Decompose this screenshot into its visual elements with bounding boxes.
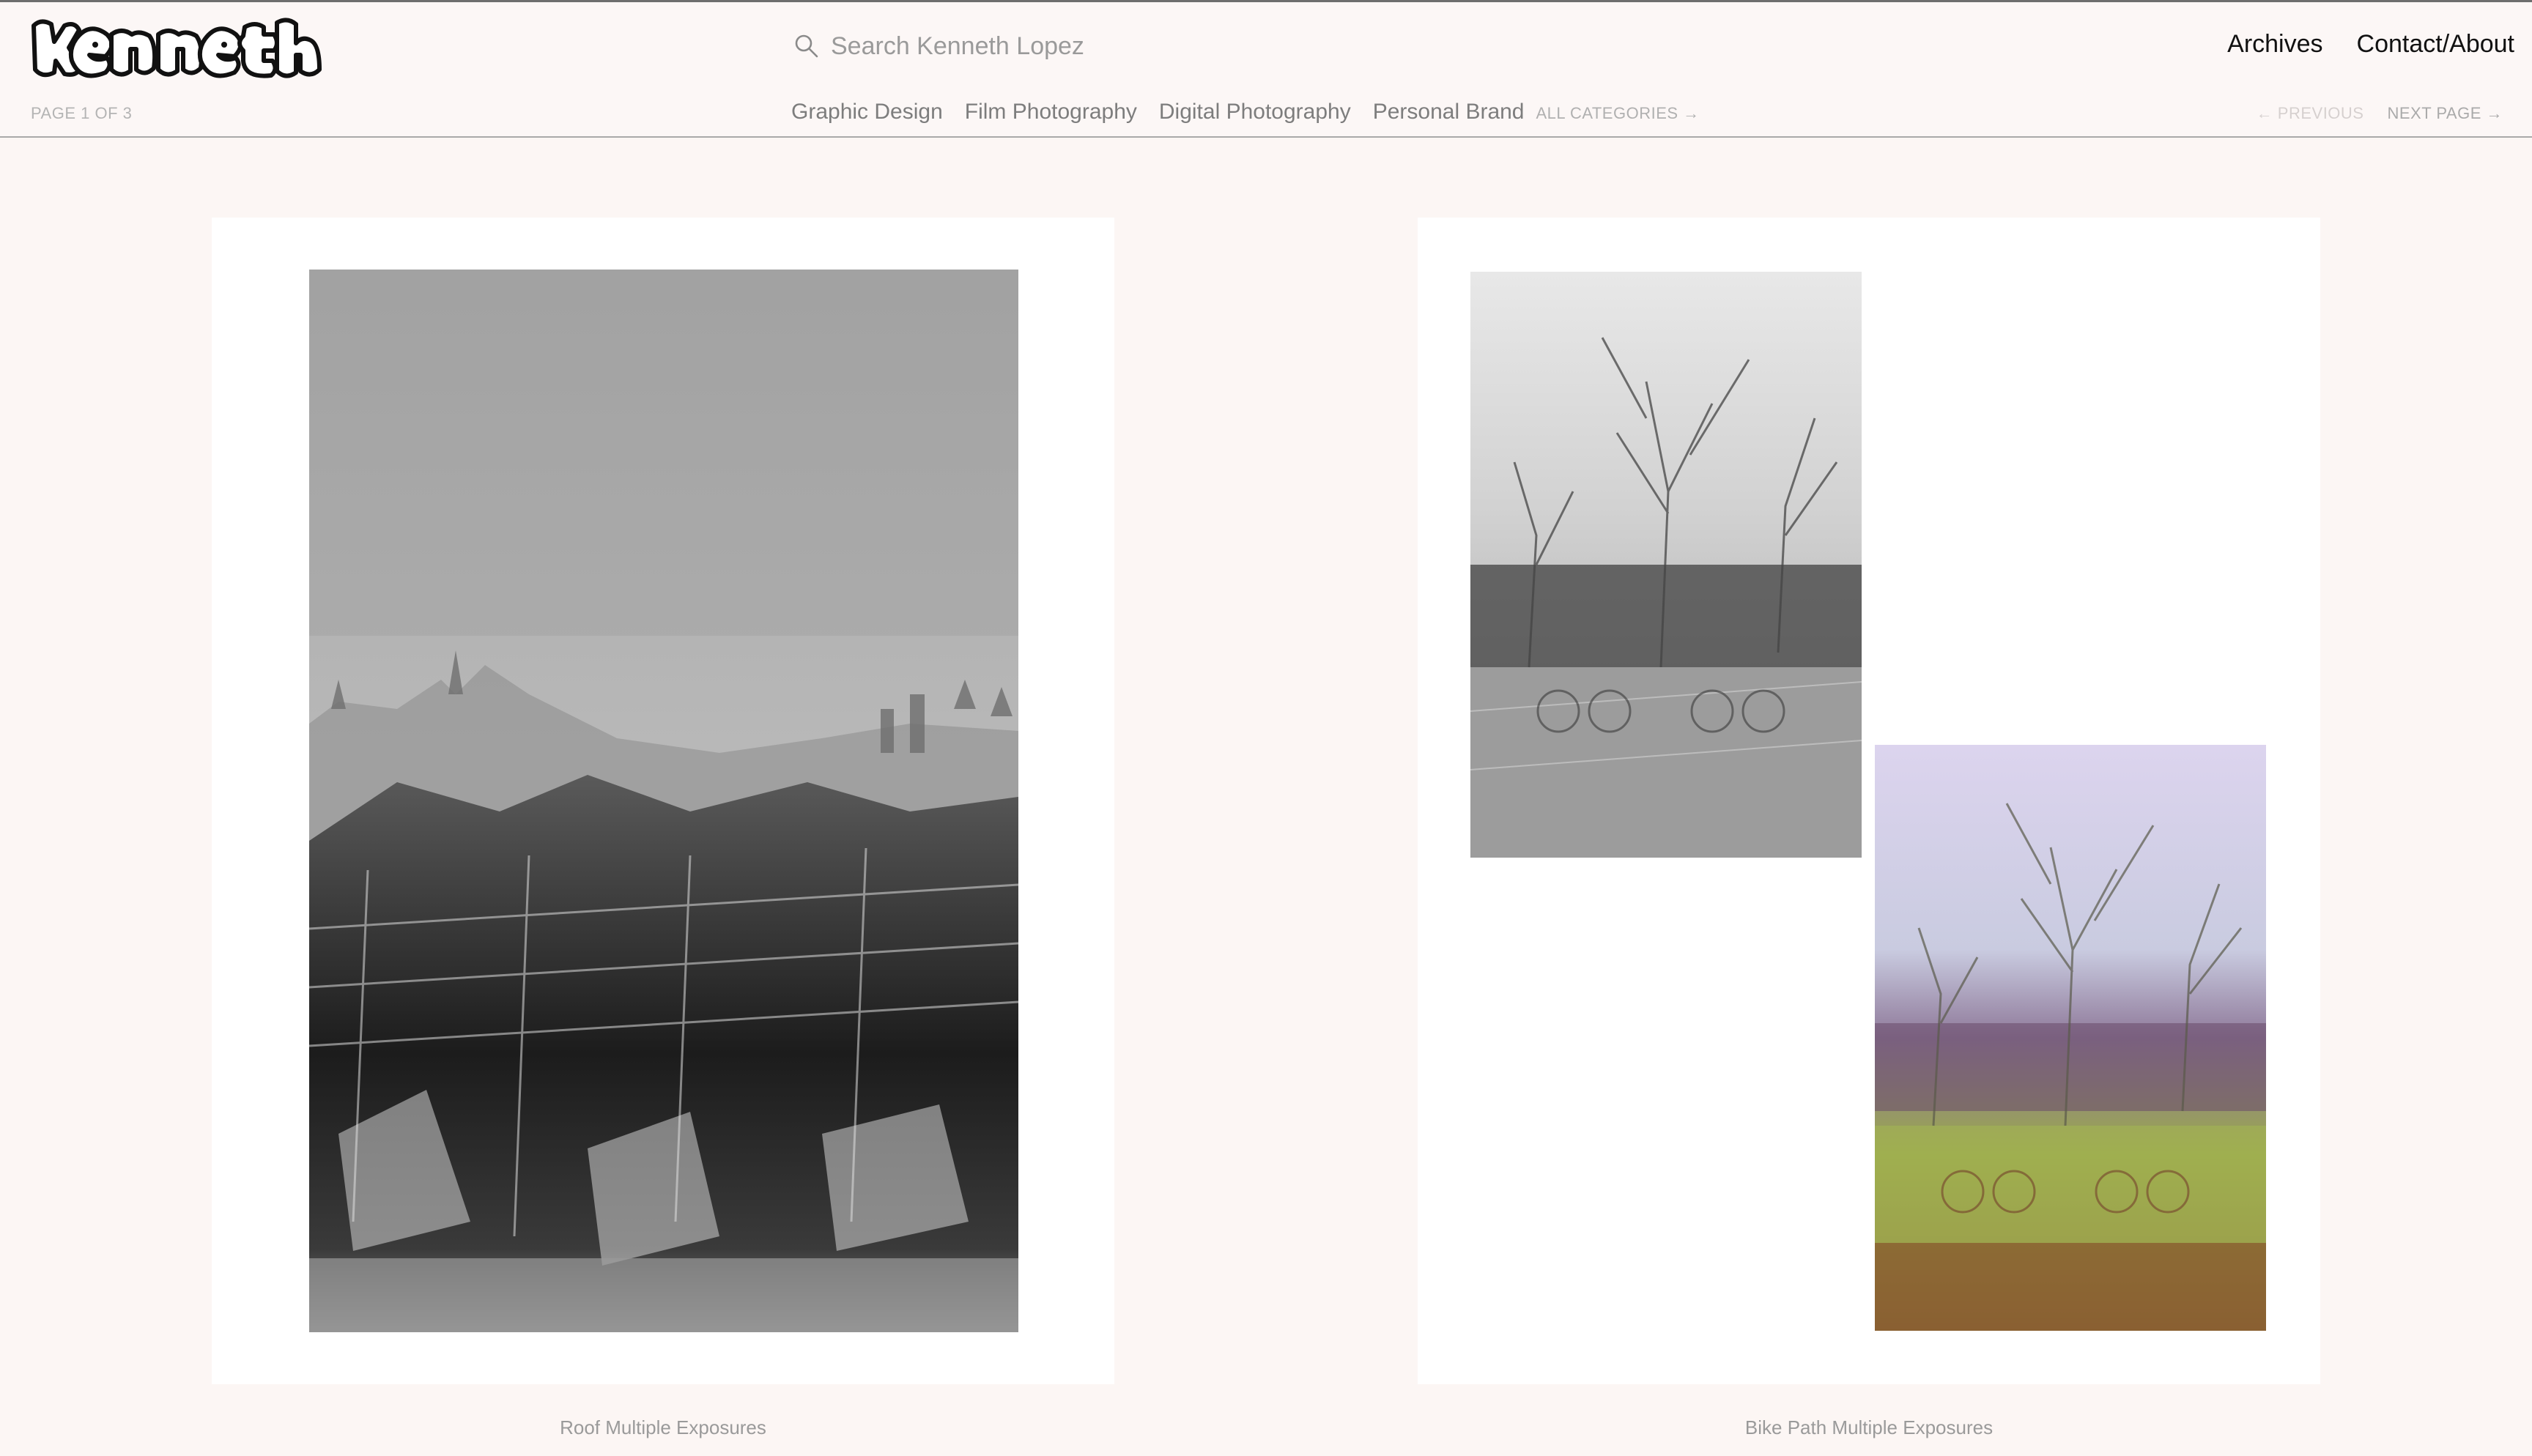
kenneth-logo[interactable]	[29, 17, 325, 80]
category-personal-brand[interactable]: Personal Brand	[1373, 100, 1525, 125]
top-nav: Archives Contact/About	[2227, 30, 2514, 59]
category-digital-photography[interactable]: Digital Photography	[1159, 100, 1351, 125]
pagination-controls: ← PREVIOUS NEXT PAGE →	[2257, 104, 2503, 123]
bike-path-bw-photo[interactable]	[1470, 272, 1862, 858]
site-header: Archives Contact/About	[0, 2, 2532, 91]
search-bar[interactable]	[794, 31, 1344, 61]
nav-archives-link[interactable]: Archives	[2227, 30, 2322, 59]
category-bar: PAGE 1 OF 3 Graphic Design Film Photogra…	[0, 91, 2532, 138]
page-indicator: PAGE 1 OF 3	[31, 104, 133, 122]
post-caption-bike-path[interactable]: Bike Path Multiple Exposures	[1418, 1416, 2320, 1439]
search-input[interactable]	[831, 31, 1344, 61]
post-card-bike-path[interactable]	[1418, 218, 2320, 1384]
roof-multiple-exposure-photo[interactable]	[309, 270, 1018, 1332]
nav-contact-about-link[interactable]: Contact/About	[2357, 30, 2514, 59]
category-film-photography[interactable]: Film Photography	[965, 100, 1137, 125]
post-caption-roof[interactable]: Roof Multiple Exposures	[212, 1416, 1114, 1439]
bike-path-color-photo[interactable]	[1875, 745, 2266, 1331]
all-categories-link[interactable]: ALL CATEGORIES →	[1536, 104, 1700, 123]
search-icon	[795, 34, 818, 58]
previous-page-link[interactable]: ← PREVIOUS	[2257, 104, 2364, 123]
next-page-link[interactable]: NEXT PAGE →	[2387, 104, 2503, 123]
category-graphic-design[interactable]: Graphic Design	[791, 100, 943, 125]
post-card-roof[interactable]	[212, 218, 1114, 1384]
category-list: Graphic Design Film Photography Digital …	[791, 100, 1722, 125]
